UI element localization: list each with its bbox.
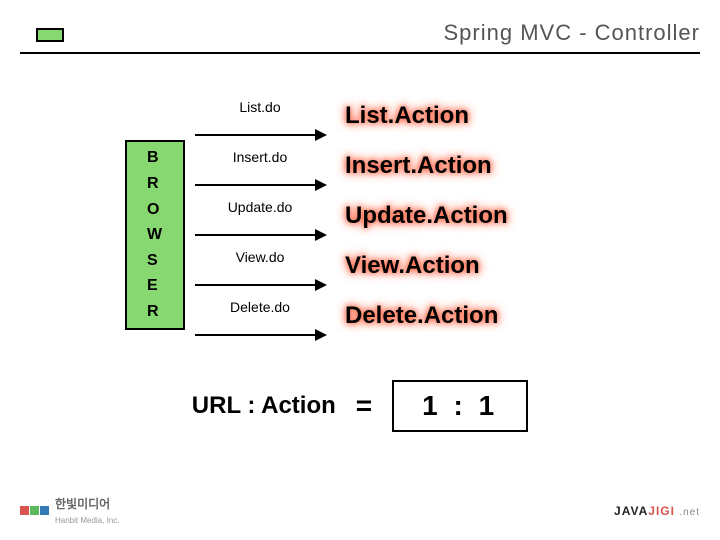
footer-left-text: 한빛미디어 [55,497,110,511]
browser-label: B R O W S E R [147,145,163,324]
footer: 한빛미디어 Hanbit Media, Inc. JAVAJIGI .net [20,495,700,526]
action-view: View.Action [345,252,480,280]
arrow-row-delete: Delete.do [195,315,325,355]
page-title: Spring MVC - Controller [20,20,700,54]
arrow-label: Delete.do [195,299,325,315]
action-update: Update.Action [345,202,508,230]
footer-net: .net [679,507,700,518]
arrow-icon [195,284,325,286]
ratio-box: 1 : 1 [392,380,528,432]
arrow-label: Insert.do [195,149,325,165]
hanbit-logo-icon [20,506,49,515]
footer-left: 한빛미디어 Hanbit Media, Inc. [20,495,119,526]
arrow-icon [195,234,325,236]
arrow-icon [195,134,325,136]
equation-left: URL : Action [192,392,336,420]
footer-right: JAVAJIGI .net [614,504,700,518]
arrow-label: Update.do [195,199,325,215]
footer-left-sub: Hanbit Media, Inc. [55,516,119,525]
action-delete: Delete.Action [345,302,498,330]
action-insert: Insert.Action [345,152,492,180]
equation-row: URL : Action = 1 : 1 [0,380,720,432]
action-list: List.Action [345,102,469,130]
browser-box: B R O W S E R [125,140,185,330]
footer-java: JAVA [614,504,648,518]
arrow-label: View.do [195,249,325,265]
arrow-icon [195,184,325,186]
footer-jigi: JIGI [648,504,675,518]
arrow-icon [195,334,325,336]
arrow-label: List.do [195,99,325,115]
equals-sign: = [356,390,372,422]
